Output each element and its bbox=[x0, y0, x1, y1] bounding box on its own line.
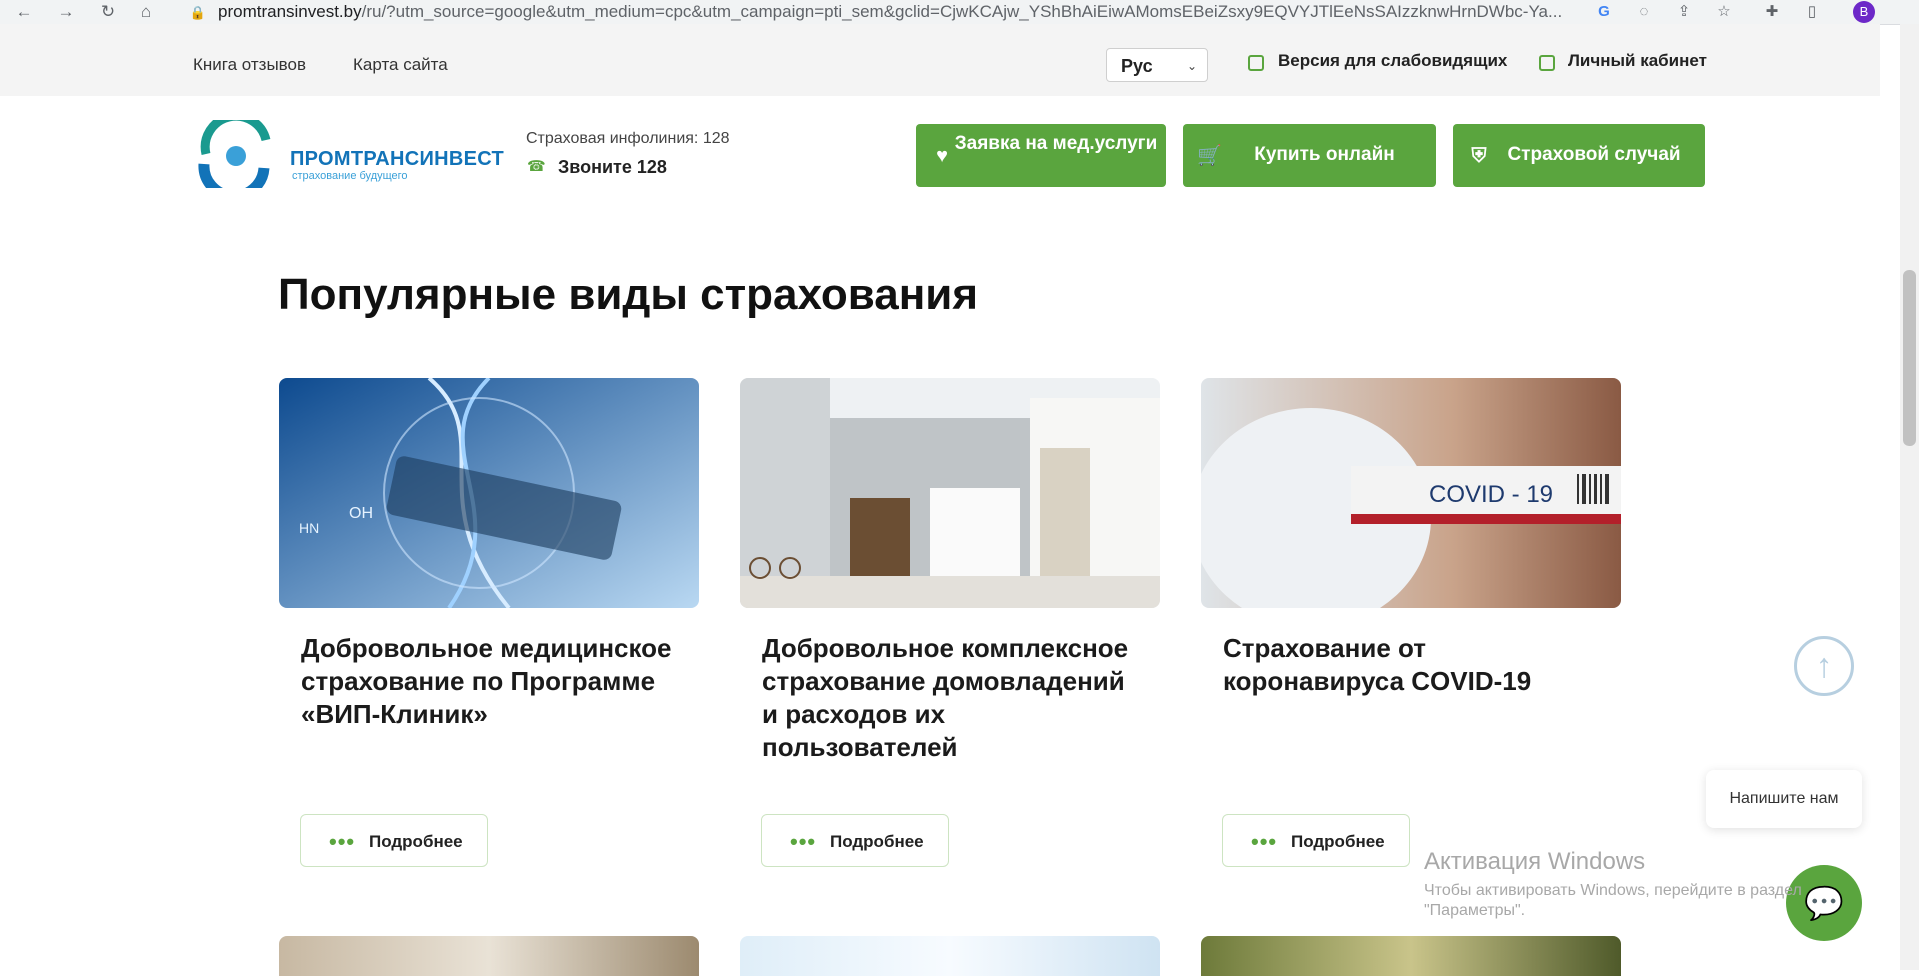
url-host: promtransinvest.by bbox=[218, 2, 362, 21]
personal-cabinet-link[interactable]: Личный кабинет bbox=[1568, 51, 1707, 71]
details-button[interactable]: ••• Подробнее bbox=[1222, 814, 1410, 867]
page-scrollbar[interactable] bbox=[1900, 24, 1919, 970]
watermark-line: Чтобы активировать Windows, перейдите в … bbox=[1424, 882, 1802, 899]
low-vision-icon bbox=[1248, 55, 1264, 71]
card-title[interactable]: Страхование от коронавируса COVID-19 bbox=[1223, 632, 1603, 698]
chat-prompt[interactable]: Напишите нам bbox=[1706, 770, 1862, 828]
language-value: Рус bbox=[1121, 56, 1153, 76]
google-icon[interactable]: G bbox=[1594, 2, 1614, 22]
card-title[interactable]: Добровольное медицинское страхование по … bbox=[301, 632, 681, 731]
buy-online-button[interactable]: 🛒 Купить онлайн bbox=[1183, 124, 1436, 187]
profile-avatar[interactable]: B bbox=[1853, 1, 1875, 23]
sitemap-link[interactable]: Карта сайта bbox=[353, 55, 448, 75]
card-home[interactable]: Добровольное комплексное страхование дом… bbox=[736, 374, 1166, 880]
reviews-link[interactable]: Книга отзывов bbox=[193, 55, 306, 75]
forward-arrow-icon[interactable]: → bbox=[56, 2, 76, 22]
windows-activation-watermark: Активация Windows Чтобы активировать Win… bbox=[1424, 848, 1802, 920]
eye-off-icon[interactable]: ◌ bbox=[1634, 2, 1654, 22]
details-label: Подробнее bbox=[369, 832, 463, 851]
logo-name[interactable]: ПРОМТРАНСИНВЕСТ bbox=[290, 148, 504, 171]
home-icon[interactable]: ⌂ bbox=[136, 2, 156, 22]
watermark-title: Активация Windows bbox=[1424, 848, 1646, 875]
section-title: Популярные виды страхования bbox=[278, 270, 979, 319]
svg-text:OH: OH bbox=[349, 505, 373, 522]
dots-icon: ••• bbox=[329, 829, 356, 854]
insurance-claim-label: Страховой случай bbox=[1507, 144, 1681, 165]
card-medical[interactable]: OH HN Добровольное медицинское страхован… bbox=[275, 374, 705, 880]
language-select[interactable]: Рус ⌄ bbox=[1106, 48, 1208, 82]
buy-online-label: Купить онлайн bbox=[1254, 144, 1395, 165]
reload-icon[interactable]: ↻ bbox=[98, 2, 118, 22]
details-button[interactable]: ••• Подробнее bbox=[300, 814, 488, 867]
lock-icon[interactable]: 🔒 bbox=[188, 3, 208, 23]
url-path: /ru/?utm_source=google&utm_medium=cpc&ut… bbox=[361, 2, 1563, 21]
hotline-label: Страховая инфолиния: 128 bbox=[526, 130, 730, 147]
dna-tablet-image: OH HN bbox=[279, 378, 699, 608]
dots-icon: ••• bbox=[1251, 829, 1278, 854]
logo-tagline: страхование будущего bbox=[292, 170, 408, 182]
address-bar[interactable]: promtransinvest.by/ru/?utm_source=google… bbox=[218, 0, 1618, 24]
details-label: Подробнее bbox=[830, 832, 924, 851]
hotline-phone-link[interactable]: Звоните 128 bbox=[558, 157, 667, 178]
low-vision-version-link[interactable]: Версия для слабовидящих bbox=[1278, 51, 1507, 71]
details-button[interactable]: ••• Подробнее bbox=[761, 814, 949, 867]
watermark-line: "Параметры". bbox=[1424, 902, 1526, 919]
card-covid[interactable]: COVID - 19 Страхование от коронавируса C… bbox=[1197, 374, 1627, 880]
browser-toolbar: ← → ↻ ⌂ 🔒 promtransinvest.by/ru/?utm_sou… bbox=[0, 0, 1919, 25]
share-icon[interactable]: ⇪ bbox=[1674, 2, 1694, 22]
medical-request-label: Заявка на мед.услуги bbox=[954, 133, 1158, 154]
back-arrow-icon[interactable]: ← bbox=[14, 2, 34, 22]
scrollbar-thumb[interactable] bbox=[1903, 270, 1916, 446]
details-label: Подробнее bbox=[1291, 832, 1385, 851]
next-card-image bbox=[279, 936, 699, 976]
next-card-image bbox=[1201, 936, 1621, 976]
card-title[interactable]: Добровольное комплексное страхование дом… bbox=[762, 632, 1142, 764]
extensions-icon[interactable]: ✚ bbox=[1762, 2, 1782, 22]
covid-label: COVID - 19 bbox=[1429, 481, 1553, 508]
star-icon[interactable]: ☆ bbox=[1714, 2, 1734, 22]
house-image bbox=[740, 378, 1160, 608]
svg-text:HN: HN bbox=[299, 520, 319, 536]
insurance-claim-button[interactable]: ⛨ Страховой случай bbox=[1453, 124, 1705, 187]
scroll-to-top-icon[interactable]: ↑ bbox=[1794, 636, 1854, 696]
logo-mark-icon[interactable] bbox=[196, 120, 274, 188]
covid-test-image: COVID - 19 bbox=[1201, 378, 1621, 608]
dots-icon: ••• bbox=[790, 829, 817, 854]
phone-icon: ☎ bbox=[527, 158, 546, 175]
chevron-down-icon: ⌄ bbox=[1186, 59, 1197, 73]
medical-request-button[interactable]: ♥ Заявка на мед.услуги bbox=[916, 124, 1166, 187]
key-icon bbox=[1539, 55, 1555, 71]
side-panel-icon[interactable]: ▯ bbox=[1802, 2, 1822, 22]
next-card-image bbox=[740, 936, 1160, 976]
